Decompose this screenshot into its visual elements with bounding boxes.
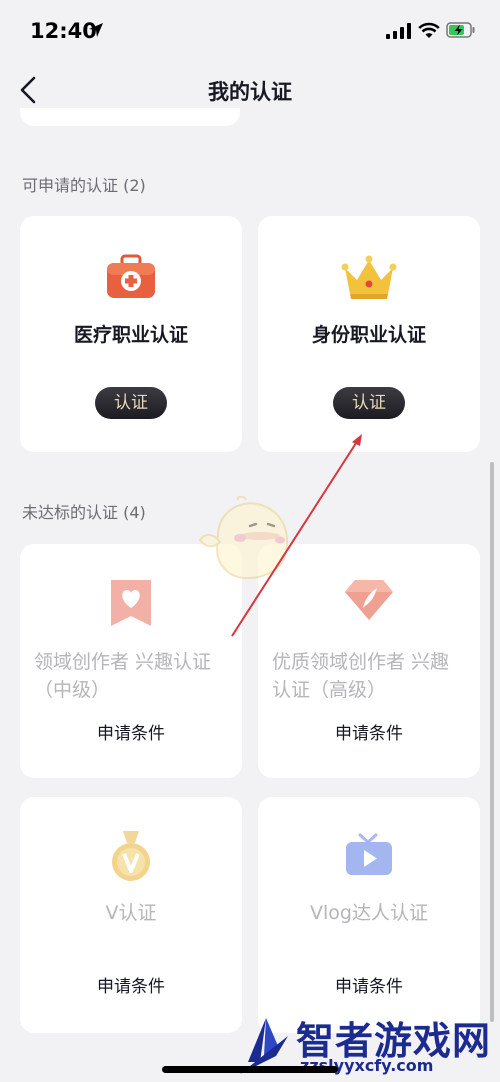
mascot-watermark-icon: [198, 496, 289, 580]
feather-diamond-icon: [345, 580, 393, 620]
card-name-creator-mid: 领域创作者 兴趣认证（中级）: [34, 651, 212, 701]
identity-certify-button[interactable]: 认证: [333, 387, 405, 419]
card-name-creator-high: 优质领域创作者 兴趣认证（高级）: [272, 651, 450, 701]
card-name-medical: 医疗职业认证: [73, 324, 188, 346]
cellular-signal-icon: [386, 23, 411, 39]
medical-certify-button[interactable]: 认证: [95, 387, 167, 419]
previous-card-edge: [20, 108, 240, 126]
section-title-unmet: 未达标的认证 (4): [22, 503, 146, 522]
heart-ribbon-icon: [111, 580, 151, 626]
card-name-vlog: Vlog达人认证: [310, 902, 428, 924]
card-medical-certification: 医疗职业认证 认证: [20, 216, 242, 452]
v-medal-icon: [112, 831, 150, 881]
home-indicator[interactable]: [162, 1066, 338, 1073]
card-name-v: V认证: [105, 902, 157, 924]
page-title: 我的认证: [208, 80, 292, 104]
scrollbar[interactable]: [490, 462, 494, 1022]
card-name-identity: 身份职业认证: [311, 324, 426, 346]
battery-charging-icon: [446, 22, 475, 38]
v-conditions-link[interactable]: 申请条件: [20, 972, 242, 997]
card-vlog-certification: Vlog达人认证 申请条件: [258, 797, 480, 1033]
tv-play-icon: [346, 833, 392, 875]
location-arrow-icon: [89, 23, 103, 37]
status-time: 12:40: [30, 19, 97, 43]
wifi-icon: [418, 22, 440, 38]
section-title-available: 可申请的认证 (2): [22, 176, 146, 195]
card-identity-certification: 身份职业认证 认证: [258, 216, 480, 452]
medical-kit-icon: [107, 254, 155, 298]
vlog-conditions-link[interactable]: 申请条件: [258, 972, 480, 997]
status-bar: 12:40: [0, 0, 500, 62]
creator-high-conditions-link[interactable]: 申请条件: [258, 719, 480, 744]
creator-mid-conditions-link[interactable]: 申请条件: [20, 719, 242, 744]
crown-icon: [341, 255, 397, 299]
card-v-certification: V认证 申请条件: [20, 797, 242, 1033]
